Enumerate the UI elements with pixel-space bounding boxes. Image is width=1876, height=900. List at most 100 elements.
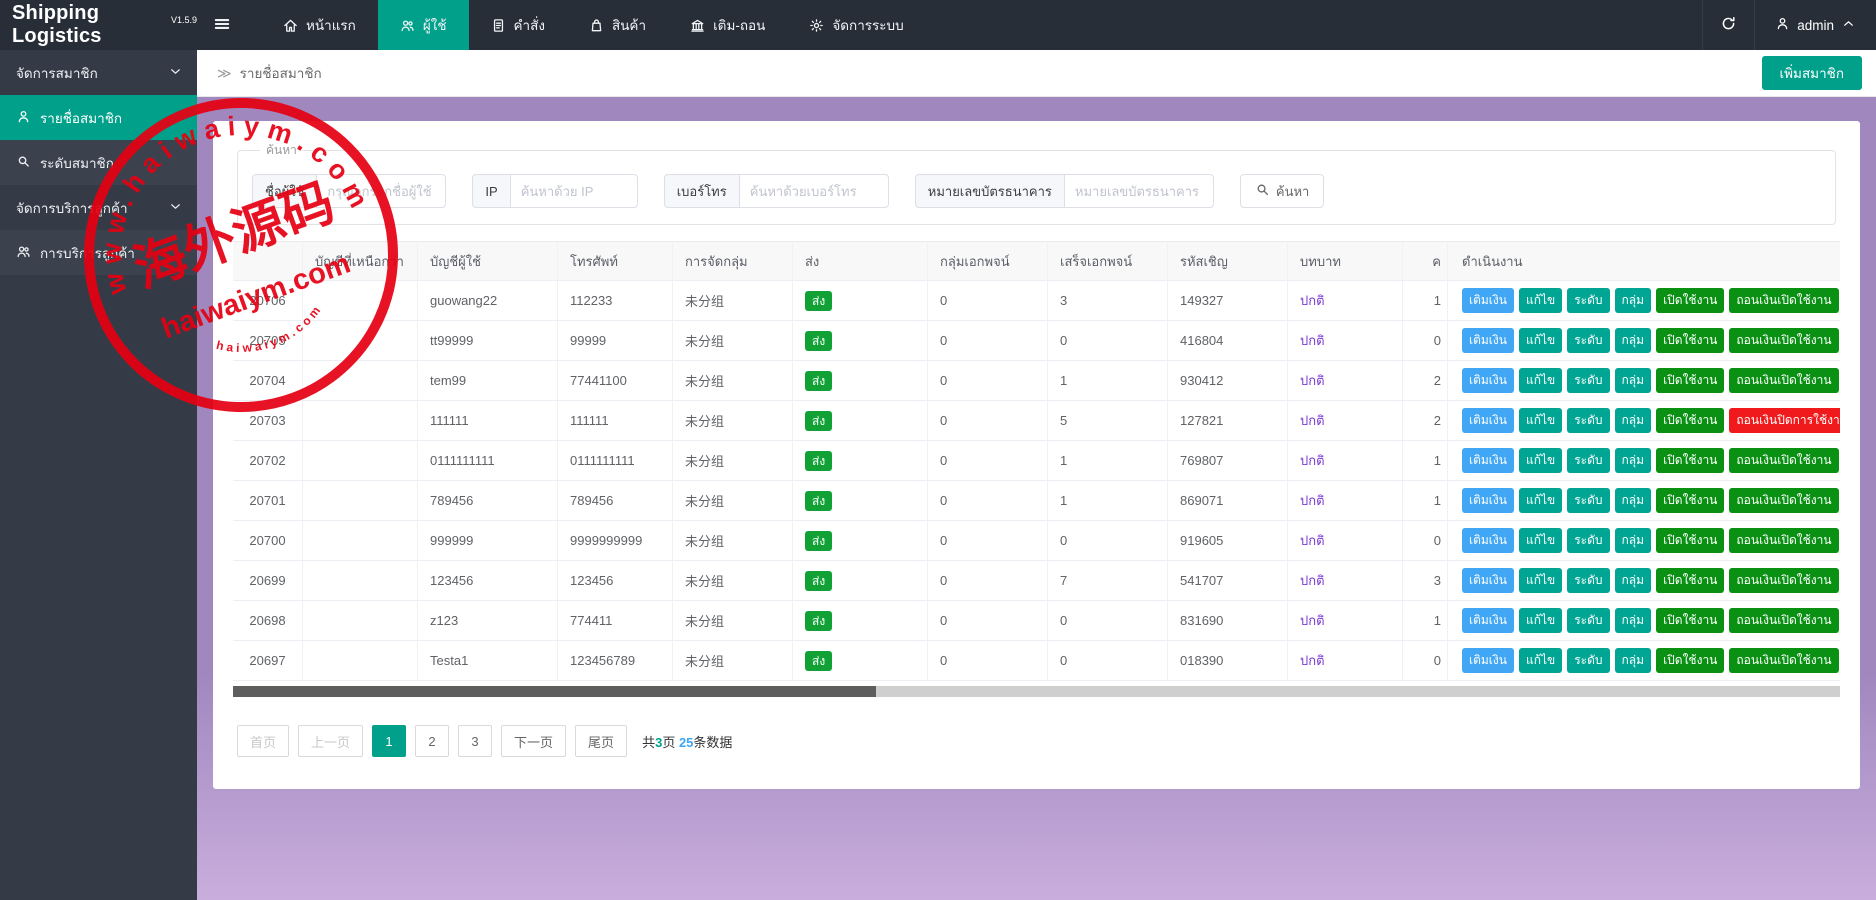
send-badge[interactable]: ส่ง <box>805 370 833 391</box>
pagination-page-3[interactable]: 3 <box>458 725 493 757</box>
group-button[interactable]: กลุ่ม <box>1614 328 1652 353</box>
send-badge[interactable]: ส่ง <box>805 610 833 631</box>
level-button[interactable]: ระดับ <box>1567 368 1610 393</box>
topup-button[interactable]: เติมเงิน <box>1462 368 1514 393</box>
sidebar-item-customer-service[interactable]: การบริการลูกค้า <box>0 230 197 275</box>
edit-button[interactable]: แก้ไข <box>1518 568 1563 593</box>
topup-button[interactable]: เติมเงิน <box>1462 408 1514 433</box>
edit-button[interactable]: แก้ไข <box>1518 368 1563 393</box>
pagination-page-2[interactable]: 2 <box>415 725 450 757</box>
topup-button[interactable]: เติมเงิน <box>1462 568 1514 593</box>
horizontal-scrollbar[interactable] <box>233 686 1840 697</box>
level-button[interactable]: ระดับ <box>1567 328 1610 353</box>
enable-button[interactable]: เปิดใช้งาน <box>1656 488 1725 513</box>
sidebar-item-member-management[interactable]: จัดการสมาชิก <box>0 50 197 95</box>
enable-button[interactable]: เปิดใช้งาน <box>1656 328 1725 353</box>
withdraw-enabled-button[interactable]: ถอนเงินเปิดใช้งาน <box>1729 288 1839 313</box>
ip-input[interactable] <box>509 174 638 208</box>
topup-button[interactable]: เติมเงิน <box>1462 608 1514 633</box>
level-button[interactable]: ระดับ <box>1567 528 1610 553</box>
enable-button[interactable]: เปิดใช้งาน <box>1656 568 1725 593</box>
send-badge[interactable]: ส่ง <box>805 290 833 311</box>
nav-item-system[interactable]: จัดการระบบ <box>787 0 925 50</box>
nav-item-products[interactable]: สินค้า <box>567 0 668 50</box>
refresh-button[interactable] <box>1702 0 1754 50</box>
add-member-button[interactable]: เพิ่มสมาชิก <box>1761 56 1862 90</box>
level-button[interactable]: ระดับ <box>1567 408 1610 433</box>
send-badge[interactable]: ส่ง <box>805 650 833 671</box>
group-button[interactable]: กลุ่ม <box>1614 288 1652 313</box>
level-button[interactable]: ระดับ <box>1567 568 1610 593</box>
scrollbar-thumb[interactable] <box>233 686 876 697</box>
send-badge[interactable]: ส่ง <box>805 530 833 551</box>
group-button[interactable]: กลุ่ม <box>1614 368 1652 393</box>
level-button[interactable]: ระดับ <box>1567 288 1610 313</box>
enable-button[interactable]: เปิดใช้งาน <box>1656 448 1725 473</box>
sidebar-item-member-level[interactable]: ระดับสมาชิก <box>0 140 197 185</box>
edit-button[interactable]: แก้ไข <box>1518 328 1563 353</box>
send-badge[interactable]: ส่ง <box>805 450 833 471</box>
topup-button[interactable]: เติมเงิน <box>1462 488 1514 513</box>
withdraw-enabled-button[interactable]: ถอนเงินเปิดใช้งาน <box>1729 448 1839 473</box>
group-button[interactable]: กลุ่ม <box>1614 408 1652 433</box>
edit-button[interactable]: แก้ไข <box>1518 408 1563 433</box>
nav-item-users[interactable]: ผู้ใช้ <box>377 0 469 50</box>
pagination-page-1[interactable]: 1 <box>372 725 407 757</box>
enable-button[interactable]: เปิดใช้งาน <box>1656 528 1725 553</box>
send-badge[interactable]: ส่ง <box>805 330 833 351</box>
nav-item-orders[interactable]: คำสั่ง <box>469 0 567 50</box>
group-button[interactable]: กลุ่ม <box>1614 448 1652 473</box>
edit-button[interactable]: แก้ไข <box>1518 448 1563 473</box>
topup-button[interactable]: เติมเงิน <box>1462 528 1514 553</box>
pagination-next-button[interactable]: 下一页 <box>501 725 567 757</box>
send-badge[interactable]: ส่ง <box>805 570 833 591</box>
topup-button[interactable]: เติมเงิน <box>1462 288 1514 313</box>
pagination-prev-button[interactable]: 上一页 <box>298 725 364 757</box>
phone-input[interactable] <box>738 174 889 208</box>
main-content: ค้นหา ชื่อผู้ใช้ IP เบอร์โทร หมายเลขบัตรธนา… <box>197 97 1876 900</box>
level-button[interactable]: ระดับ <box>1567 608 1610 633</box>
topup-button[interactable]: เติมเงิน <box>1462 448 1514 473</box>
group-button[interactable]: กลุ่ม <box>1614 528 1652 553</box>
sidebar-item-customer-service-management[interactable]: จัดการบริการลูกค้า <box>0 185 197 230</box>
username-input[interactable] <box>316 174 447 208</box>
group-button[interactable]: กลุ่ม <box>1614 488 1652 513</box>
enable-button[interactable]: เปิดใช้งาน <box>1656 648 1725 673</box>
level-button[interactable]: ระดับ <box>1567 448 1610 473</box>
edit-button[interactable]: แก้ไข <box>1518 648 1563 673</box>
search-button[interactable]: ค้นหา <box>1239 174 1325 208</box>
topup-button[interactable]: เติมเงิน <box>1462 648 1514 673</box>
pagination-last-button[interactable]: 尾页 <box>575 725 628 757</box>
enable-button[interactable]: เปิดใช้งาน <box>1656 408 1725 433</box>
withdraw-enabled-button[interactable]: ถอนเงินเปิดใช้งาน <box>1729 328 1839 353</box>
edit-button[interactable]: แก้ไข <box>1518 488 1563 513</box>
send-badge[interactable]: ส่ง <box>805 490 833 511</box>
topup-button[interactable]: เติมเงิน <box>1462 328 1514 353</box>
nav-item-deposit-withdraw[interactable]: เติม-ถอน <box>668 0 787 50</box>
user-menu[interactable]: admin <box>1754 0 1876 50</box>
group-button[interactable]: กลุ่ม <box>1614 568 1652 593</box>
withdraw-enabled-button[interactable]: ถอนเงินเปิดใช้งาน <box>1729 368 1839 393</box>
withdraw-disabled-button[interactable]: ถอนเงินปิดการใช้งาน <box>1729 408 1840 433</box>
enable-button[interactable]: เปิดใช้งาน <box>1656 288 1725 313</box>
enable-button[interactable]: เปิดใช้งาน <box>1656 608 1725 633</box>
bank-card-input[interactable] <box>1063 174 1214 208</box>
withdraw-enabled-button[interactable]: ถอนเงินเปิดใช้งาน <box>1729 488 1839 513</box>
sidebar-item-member-list[interactable]: รายชื่อสมาชิก <box>0 95 197 140</box>
edit-button[interactable]: แก้ไข <box>1518 608 1563 633</box>
level-button[interactable]: ระดับ <box>1567 488 1610 513</box>
sidebar-toggle-button[interactable] <box>197 0 247 50</box>
enable-button[interactable]: เปิดใช้งาน <box>1656 368 1725 393</box>
withdraw-enabled-button[interactable]: ถอนเงินเปิดใช้งาน <box>1729 608 1839 633</box>
group-button[interactable]: กลุ่ม <box>1614 648 1652 673</box>
level-button[interactable]: ระดับ <box>1567 648 1610 673</box>
pagination-first-button[interactable]: 首页 <box>237 725 290 757</box>
group-button[interactable]: กลุ่ม <box>1614 608 1652 633</box>
send-badge[interactable]: ส่ง <box>805 410 833 431</box>
withdraw-enabled-button[interactable]: ถอนเงินเปิดใช้งาน <box>1729 648 1839 673</box>
withdraw-enabled-button[interactable]: ถอนเงินเปิดใช้งาน <box>1729 528 1839 553</box>
withdraw-enabled-button[interactable]: ถอนเงินเปิดใช้งาน <box>1729 568 1839 593</box>
nav-item-home[interactable]: หน้าแรก <box>261 0 378 50</box>
edit-button[interactable]: แก้ไข <box>1518 288 1563 313</box>
edit-button[interactable]: แก้ไข <box>1518 528 1563 553</box>
